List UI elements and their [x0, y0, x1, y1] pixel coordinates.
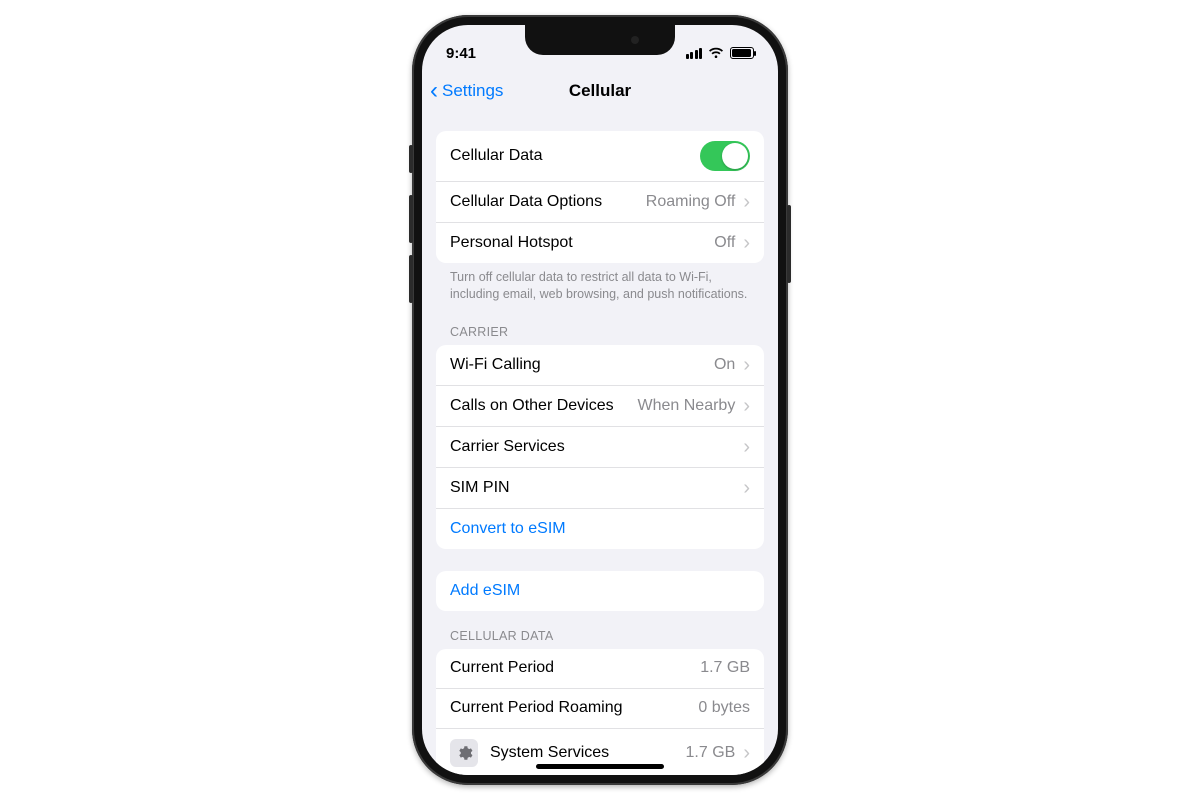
row-label: Cellular Data Options	[450, 193, 602, 211]
status-time: 9:41	[446, 45, 476, 62]
settings-content[interactable]: Cellular Data Cellular Data Options Roam…	[422, 113, 778, 775]
group-cellular: Cellular Data Cellular Data Options Roam…	[436, 131, 764, 263]
row-label: Current Period	[450, 659, 554, 677]
row-value: When Nearby	[638, 397, 736, 415]
back-label: Settings	[442, 81, 503, 101]
row-add-esim[interactable]: Add eSIM	[436, 571, 764, 611]
row-cellular-data-options[interactable]: Cellular Data Options Roaming Off ›	[436, 182, 764, 223]
cellular-data-footer: Turn off cellular data to restrict all d…	[450, 269, 750, 303]
row-value: Roaming Off	[646, 193, 736, 211]
group-add-esim: Add eSIM	[436, 571, 764, 611]
row-label: Add eSIM	[450, 582, 520, 600]
row-wifi-calling[interactable]: Wi-Fi Calling On ›	[436, 345, 764, 386]
row-label: System Services	[490, 744, 609, 762]
row-label: Current Period Roaming	[450, 699, 623, 717]
row-label: Carrier Services	[450, 438, 565, 456]
cellular-data-toggle[interactable]	[700, 141, 750, 171]
chevron-right-icon: ›	[743, 192, 750, 212]
row-value: 0 bytes	[698, 699, 750, 717]
row-value: Off	[714, 234, 735, 252]
chevron-right-icon: ›	[743, 233, 750, 253]
row-value: On	[714, 356, 735, 374]
battery-icon	[730, 47, 754, 59]
row-cellular-data[interactable]: Cellular Data	[436, 131, 764, 182]
row-label: Wi-Fi Calling	[450, 356, 541, 374]
page-title: Cellular	[569, 81, 631, 101]
chevron-left-icon: ‹	[430, 79, 438, 103]
row-label: Convert to eSIM	[450, 520, 566, 538]
group-usage: Current Period 1.7 GB Current Period Roa…	[436, 649, 764, 775]
back-button[interactable]: ‹ Settings	[430, 69, 503, 113]
chevron-right-icon: ›	[743, 478, 750, 498]
row-current-period: Current Period 1.7 GB	[436, 649, 764, 689]
section-header-carrier: CARRIER	[450, 325, 750, 339]
chevron-right-icon: ›	[743, 396, 750, 416]
row-value: 1.7 GB	[686, 744, 736, 762]
row-value: 1.7 GB	[700, 659, 750, 677]
row-label: Calls on Other Devices	[450, 397, 614, 415]
gear-icon	[450, 739, 478, 767]
row-personal-hotspot[interactable]: Personal Hotspot Off ›	[436, 223, 764, 263]
chevron-right-icon: ›	[743, 437, 750, 457]
screen: 9:41 ‹ Settings Cellular	[422, 25, 778, 775]
notch	[525, 25, 675, 55]
nav-bar: ‹ Settings Cellular	[422, 69, 778, 113]
row-label: Cellular Data	[450, 147, 542, 165]
row-calls-other-devices[interactable]: Calls on Other Devices When Nearby ›	[436, 386, 764, 427]
row-label: SIM PIN	[450, 479, 510, 497]
row-label: Personal Hotspot	[450, 234, 573, 252]
row-current-period-roaming: Current Period Roaming 0 bytes	[436, 689, 764, 729]
cellular-signal-icon	[686, 48, 703, 59]
chevron-right-icon: ›	[743, 743, 750, 763]
row-sim-pin[interactable]: SIM PIN ›	[436, 468, 764, 509]
wifi-icon	[708, 47, 724, 59]
section-header-cellular-data: CELLULAR DATA	[450, 629, 750, 643]
chevron-right-icon: ›	[743, 355, 750, 375]
group-carrier: Wi-Fi Calling On › Calls on Other Device…	[436, 345, 764, 549]
phone-frame: 9:41 ‹ Settings Cellular	[412, 15, 788, 785]
row-carrier-services[interactable]: Carrier Services ›	[436, 427, 764, 468]
home-indicator[interactable]	[536, 764, 664, 769]
row-convert-to-esim[interactable]: Convert to eSIM	[436, 509, 764, 549]
